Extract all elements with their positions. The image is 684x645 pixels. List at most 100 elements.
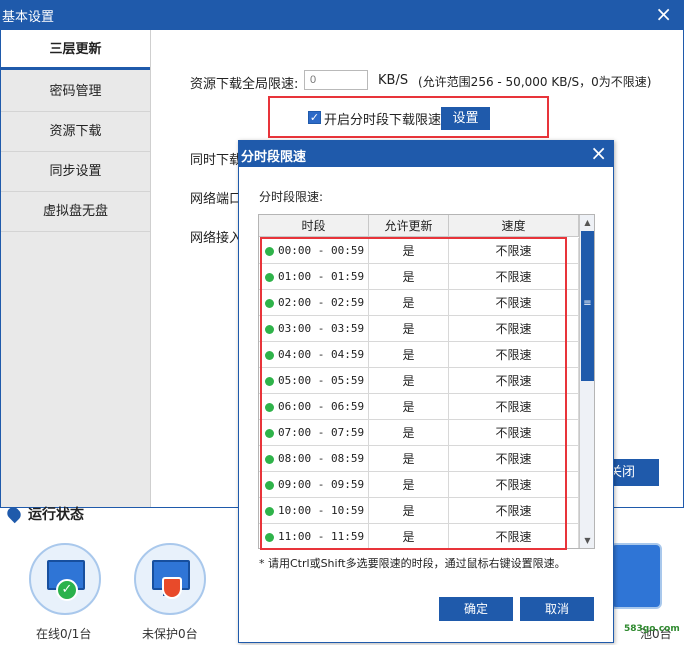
time-cell: 09:00 - 09:59 [259,472,369,498]
table-row[interactable]: 08:00 - 08:59 是不限速 [259,446,579,472]
speed-cell: 不限速 [449,290,579,316]
sidebar-item-password[interactable]: 密码管理 [1,72,150,112]
table-row[interactable]: 04:00 - 04:59 是不限速 [259,342,579,368]
timed-limit-settings-button[interactable]: 设置 [441,107,490,130]
time-cell: 07:00 - 07:59 [259,420,369,446]
table-row[interactable]: 02:00 - 02:59 是不限速 [259,290,579,316]
table-row[interactable]: 01:00 - 01:59 是不限速 [259,264,579,290]
time-cell: 05:00 - 05:59 [259,368,369,394]
status-dot-icon [265,351,274,360]
table-row[interactable]: 09:00 - 09:59 是不限速 [259,472,579,498]
main-window-title: 基本设置 [2,10,55,25]
table-row[interactable]: 05:00 - 05:59 是不限速 [259,368,579,394]
allow-cell: 是 [369,524,449,548]
time-text: 09:00 - 09:59 [278,478,365,491]
status-dot-icon [265,273,274,282]
status-dot-icon [265,507,274,516]
timed-limit-label: 开启分时段下载限速 [324,113,442,128]
status-dot-icon [265,247,274,256]
table-row[interactable]: 06:00 - 06:59 是不限速 [259,394,579,420]
speed-cell: 不限速 [449,498,579,524]
speed-cell: 不限速 [449,368,579,394]
dialog-titlebar: 分时段限速 × [239,141,613,167]
unprotected-status-tile[interactable] [134,543,206,615]
allow-cell: 是 [369,368,449,394]
online-status-tile[interactable]: ✓ [29,543,101,615]
scroll-down-icon[interactable]: ▼ [580,533,594,548]
time-text: 10:00 - 10:59 [278,504,365,517]
speed-cell: 不限速 [449,264,579,290]
table-row[interactable]: 00:00 - 00:59 是不限速 [259,238,579,264]
timed-limit-highlight: ✓ 开启分时段下载限速 设置 [268,96,549,138]
allow-cell: 是 [369,316,449,342]
time-cell: 02:00 - 02:59 [259,290,369,316]
sidebar-item-virtual-disk[interactable]: 虚拟盘无盘 [1,192,150,232]
cancel-button[interactable]: 取消 [520,597,594,621]
allow-cell: 是 [369,446,449,472]
grip-icon: ≡ [583,298,592,309]
status-dot-icon [265,455,274,464]
allow-cell: 是 [369,394,449,420]
time-cell: 01:00 - 01:59 [259,264,369,290]
timed-limit-checkbox[interactable]: ✓ [308,111,321,124]
column-header-speed[interactable]: 速度 [449,215,579,237]
time-cell: 03:00 - 03:59 [259,316,369,342]
status-dot-icon [265,299,274,308]
timed-limit-dialog: 分时段限速 × 分时段限速: 时段 允许更新 速度 00:00 - 00:59 是… [238,140,614,643]
global-limit-label: 资源下载全局限速: [190,77,299,92]
speed-cell: 不限速 [449,342,579,368]
watermark-logo: 583go.com [624,624,680,634]
allow-cell: 是 [369,238,449,264]
table-row[interactable]: 07:00 - 07:59 是不限速 [259,420,579,446]
sidebar-item-sync[interactable]: 同步设置 [1,152,150,192]
status-dot-icon [265,481,274,490]
time-cell: 11:00 - 11:59 [259,524,369,548]
table-header: 时段 允许更新 速度 [259,215,579,237]
time-cell: 08:00 - 08:59 [259,446,369,472]
shield-badge-icon [162,577,182,599]
status-title: 运行状态 [28,507,84,523]
time-text: 06:00 - 06:59 [278,400,365,413]
column-header-time[interactable]: 时段 [259,215,369,237]
table-row[interactable]: 03:00 - 03:59 是不限速 [259,316,579,342]
allow-cell: 是 [369,498,449,524]
ok-button[interactable]: 确定 [439,597,513,621]
allow-cell: 是 [369,342,449,368]
time-cell: 10:00 - 10:59 [259,498,369,524]
close-icon[interactable]: × [655,3,672,25]
time-cell: 04:00 - 04:59 [259,342,369,368]
unprotected-status-label: 未保护0台 [142,627,198,641]
main-window-titlebar: 基本设置 × [0,0,684,30]
time-text: 05:00 - 05:59 [278,374,365,387]
scroll-up-icon[interactable]: ▲ [580,215,594,230]
table-scrollbar[interactable]: ▲ ≡ ▼ [579,215,594,548]
status-dot-icon [265,377,274,386]
global-limit-unit: KB/S [378,73,409,88]
speed-cell: 不限速 [449,472,579,498]
dialog-note: * 请用Ctrl或Shift多选要限速的时段，通过鼠标右键设置限速。 [259,557,566,570]
status-dot-icon [265,429,274,438]
disk-icon [610,543,662,609]
time-text: 07:00 - 07:59 [278,426,365,439]
sidebar-item-three-layer-update[interactable]: 三层更新 [1,30,150,70]
sidebar: 三层更新 密码管理 资源下载 同步设置 虚拟盘无盘 [1,30,151,507]
global-limit-input[interactable] [304,70,368,90]
column-header-allow[interactable]: 允许更新 [369,215,449,237]
speed-cell: 不限速 [449,524,579,548]
time-text: 11:00 - 11:59 [278,530,365,543]
sidebar-item-resource-download[interactable]: 资源下载 [1,112,150,152]
close-icon[interactable]: × [590,141,607,165]
dialog-title: 分时段限速 [241,150,307,165]
time-text: 00:00 - 00:59 [278,244,365,257]
status-dot-icon [265,325,274,334]
speed-cell: 不限速 [449,238,579,264]
time-cell: 06:00 - 06:59 [259,394,369,420]
time-cell: 00:00 - 00:59 [259,238,369,264]
table-row[interactable]: 11:00 - 11:59 是不限速 [259,524,579,548]
allow-cell: 是 [369,420,449,446]
time-text: 04:00 - 04:59 [278,348,365,361]
speed-cell: 不限速 [449,394,579,420]
scroll-thumb[interactable]: ≡ [581,231,594,381]
time-text: 03:00 - 03:59 [278,322,365,335]
table-row[interactable]: 10:00 - 10:59 是不限速 [259,498,579,524]
